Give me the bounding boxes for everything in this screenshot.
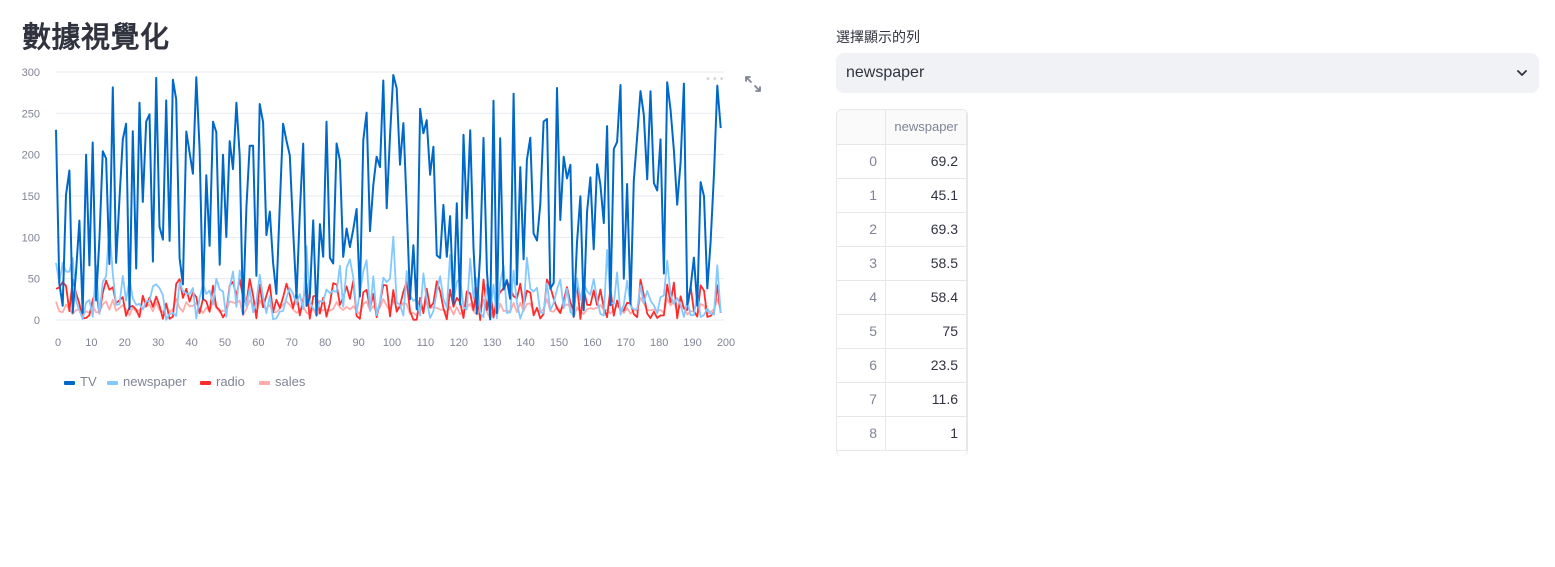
row-index: 2 bbox=[837, 212, 887, 247]
line-chart[interactable]: 0 50 100 150 200 250 300 0 10 20 30 40 50 60 70 80 90 100… bbox=[14, 64, 774, 404]
x-tick-label: 120 bbox=[450, 337, 468, 349]
x-tick-label: 200 bbox=[717, 337, 735, 349]
cell-value[interactable]: 45.1 bbox=[885, 178, 967, 213]
table-row: 4 58.4 bbox=[837, 280, 967, 315]
y-tick-label: 200 bbox=[22, 150, 40, 162]
x-tick-label: 10 bbox=[85, 337, 97, 349]
legend-item-newspaper[interactable]: newspaper bbox=[123, 374, 187, 389]
x-tick-label: 140 bbox=[516, 337, 534, 349]
legend-item-TV[interactable]: TV bbox=[80, 374, 97, 389]
x-tick-label: 0 bbox=[55, 337, 61, 349]
chevron-down-icon bbox=[1517, 70, 1527, 76]
table-row: 7 11.6 bbox=[837, 382, 967, 417]
cell-value[interactable]: 69.2 bbox=[885, 144, 967, 179]
x-tick-label: 90 bbox=[352, 337, 364, 349]
dataframe: newspaper 0 69.2 1 45.1 2 69.3 3 58.5 4 58.4 5 75 6 2… bbox=[837, 110, 967, 451]
x-tick-label: 50 bbox=[219, 337, 231, 349]
column-header[interactable]: newspaper bbox=[885, 110, 967, 145]
row-index: 3 bbox=[837, 246, 887, 281]
row-index: 6 bbox=[837, 348, 887, 383]
row-index: 7 bbox=[837, 382, 887, 417]
app-root: 數據視覺化 0 50 100 150 200 250 300 0 10 20 30 40 50 60 70 8… bbox=[0, 0, 1555, 567]
table-row: 5 75 bbox=[837, 314, 967, 349]
x-tick-label: 40 bbox=[185, 337, 197, 349]
select-label: 選擇顯示的列 bbox=[836, 30, 920, 46]
cell-value[interactable]: 75 bbox=[885, 314, 967, 349]
series-line-TV bbox=[55, 74, 722, 321]
y-tick-label: 0 bbox=[34, 315, 40, 327]
legend-swatch bbox=[107, 381, 118, 385]
table-row: 1 45.1 bbox=[837, 178, 967, 213]
table-row: 6 23.5 bbox=[837, 348, 967, 383]
row-index: 8 bbox=[837, 416, 887, 451]
x-tick-label: 20 bbox=[119, 337, 131, 349]
row-index: 0 bbox=[837, 144, 887, 179]
column-select[interactable]: newspaper bbox=[836, 53, 1539, 93]
cell-value[interactable]: 58.4 bbox=[885, 280, 967, 315]
x-tick-label: 190 bbox=[683, 337, 701, 349]
index-header bbox=[837, 110, 887, 145]
y-tick-label: 100 bbox=[22, 232, 40, 244]
data-table[interactable]: newspaper 0 69.2 1 45.1 2 69.3 3 58.5 4 58.4 5 75 6 2… bbox=[836, 109, 968, 456]
table-row: 0 69.2 bbox=[837, 144, 967, 179]
table-row: 81 bbox=[837, 416, 967, 451]
legend-item-sales[interactable]: sales bbox=[275, 374, 306, 389]
cell-value[interactable]: 1 bbox=[885, 416, 967, 451]
y-tick-label: 150 bbox=[22, 191, 40, 203]
table-row: 2 69.3 bbox=[837, 212, 967, 247]
table-row: 3 58.5 bbox=[837, 246, 967, 281]
x-tick-label: 70 bbox=[286, 337, 298, 349]
legend-item-radio[interactable]: radio bbox=[216, 374, 245, 389]
table-body: 0 69.2 1 45.1 2 69.3 3 58.5 4 58.4 5 75 6 23.5 7 11.6 8 1 bbox=[837, 144, 967, 451]
row-index: 5 bbox=[837, 314, 887, 349]
x-tick-label: 100 bbox=[383, 337, 401, 349]
x-tick-label: 80 bbox=[319, 337, 331, 349]
y-tick-label: 250 bbox=[22, 108, 40, 120]
legend-swatch bbox=[200, 381, 211, 385]
x-tick-label: 60 bbox=[252, 337, 264, 349]
more-horizontal-icon[interactable]: ••• bbox=[705, 74, 726, 85]
row-index: 1 bbox=[837, 178, 887, 213]
x-tick-label: 130 bbox=[483, 337, 501, 349]
y-tick-label: 300 bbox=[22, 67, 40, 79]
page-title: 數據視覺化 bbox=[22, 20, 170, 54]
x-tick-label: 30 bbox=[152, 337, 164, 349]
table-header-row: newspaper bbox=[837, 110, 967, 145]
x-tick-label: 180 bbox=[650, 337, 668, 349]
select-value: newspaper bbox=[846, 64, 925, 81]
legend-swatch bbox=[64, 381, 75, 385]
cell-value[interactable]: 23.5 bbox=[885, 348, 967, 383]
x-tick-label: 170 bbox=[617, 337, 635, 349]
cell-value[interactable]: 58.5 bbox=[885, 246, 967, 281]
y-tick-label: 50 bbox=[28, 274, 40, 286]
expand-icon[interactable] bbox=[744, 75, 762, 93]
row-index: 4 bbox=[837, 280, 887, 315]
cell-value[interactable]: 11.6 bbox=[885, 382, 967, 417]
x-tick-label: 110 bbox=[417, 337, 435, 349]
cell-value[interactable]: 69.3 bbox=[885, 212, 967, 247]
legend-swatch bbox=[259, 381, 270, 385]
x-tick-label: 150 bbox=[550, 337, 568, 349]
line-chart-svg: 0 50 100 150 200 250 300 0 10 20 30 40 50 60 70 80 90 100… bbox=[22, 67, 736, 389]
x-tick-label: 160 bbox=[583, 337, 601, 349]
